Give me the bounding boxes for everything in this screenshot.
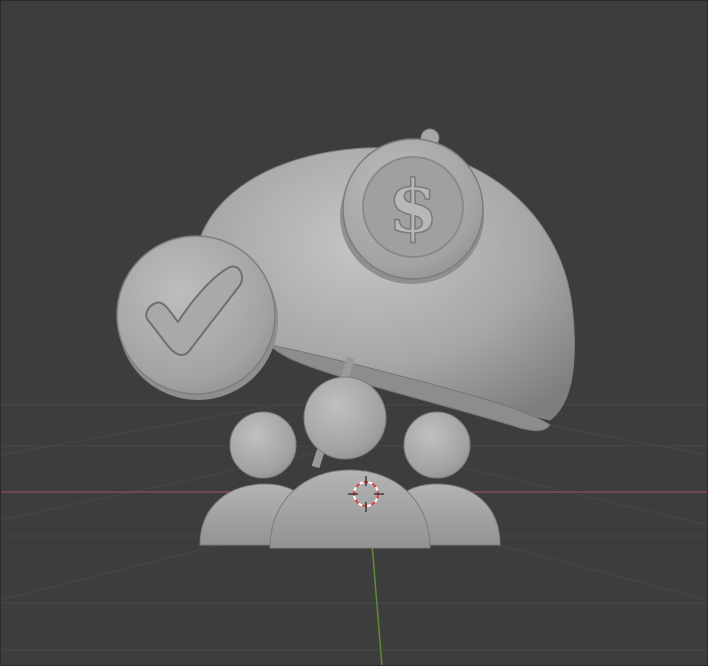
- person-center-body: [269, 469, 431, 549]
- dollar-coin[interactable]: $: [340, 138, 484, 284]
- dollar-sign-icon: $: [388, 164, 438, 249]
- viewport-canvas[interactable]: $: [0, 0, 708, 666]
- person-center-head: [303, 376, 387, 460]
- 3d-viewport[interactable]: $: [0, 0, 708, 666]
- person-right-head: [403, 411, 471, 479]
- person-left-head: [229, 411, 297, 479]
- checkmark-disc[interactable]: [116, 235, 278, 400]
